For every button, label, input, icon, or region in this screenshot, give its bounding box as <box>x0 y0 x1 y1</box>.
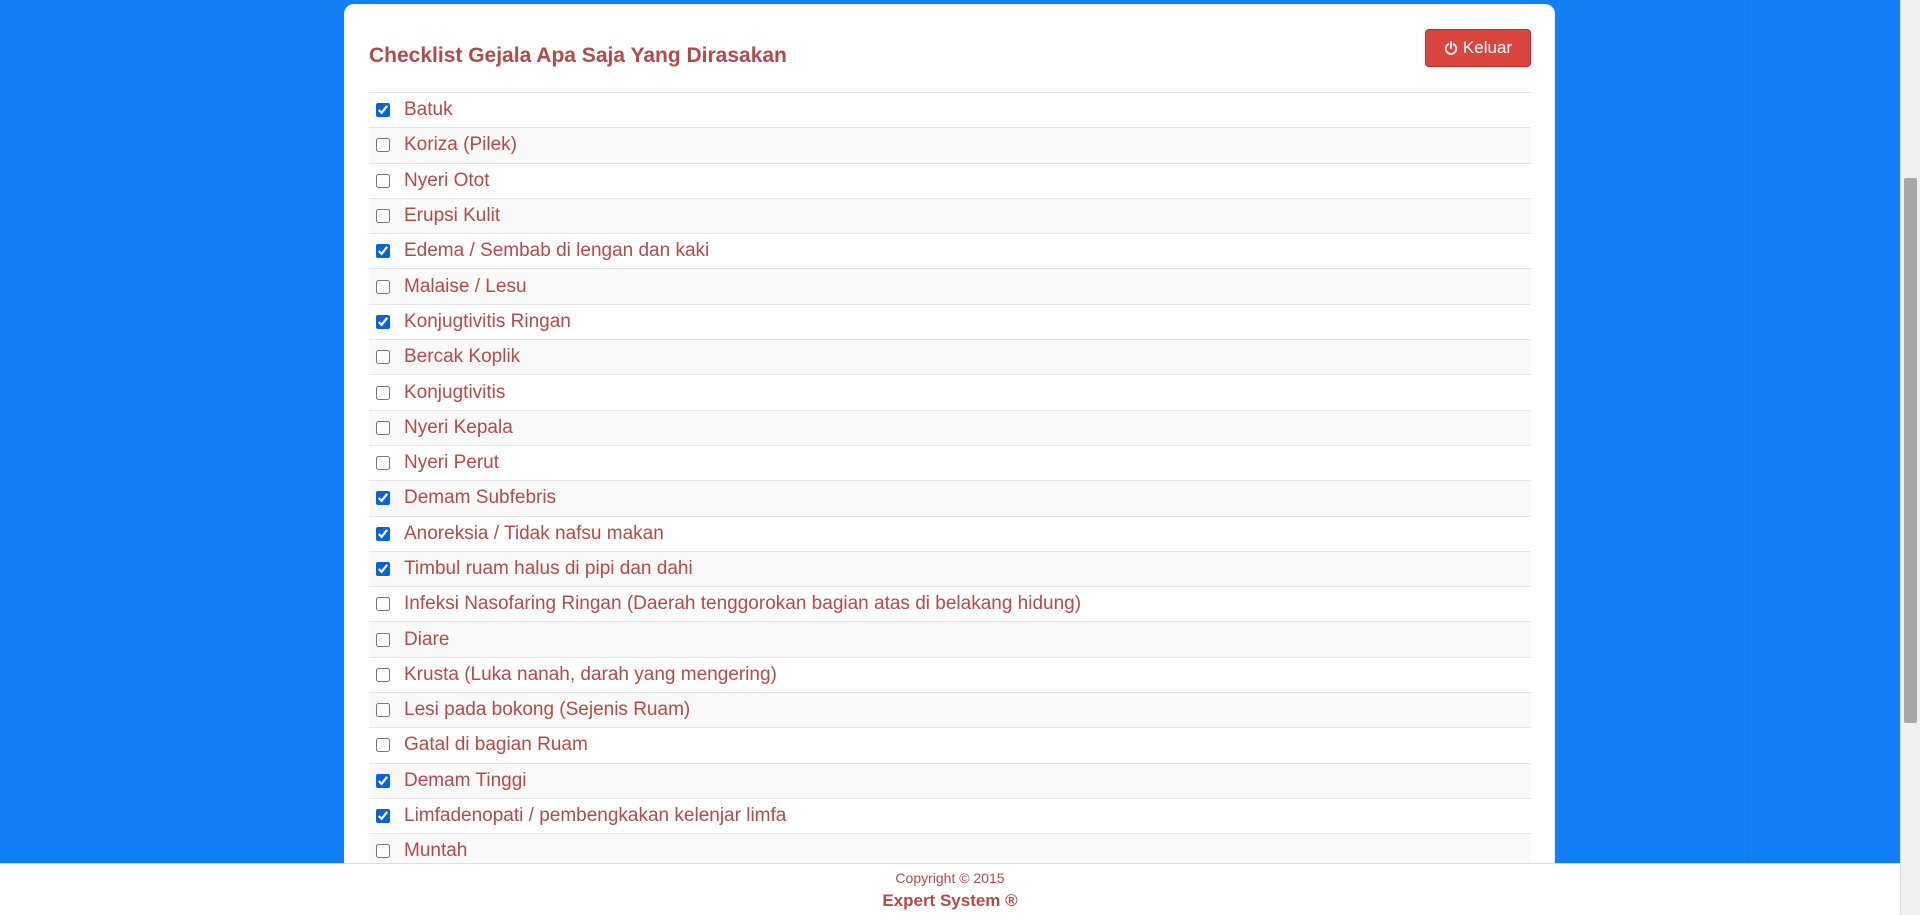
symptom-label[interactable]: Timbul ruam halus di pipi dan dahi <box>404 558 693 580</box>
symptom-row: Infeksi Nasofaring Ringan (Daerah tenggo… <box>369 587 1531 623</box>
symptom-list: Batuk Koriza (Pilek) Nyeri Otot Erupsi Kuli… <box>369 92 1531 863</box>
symptom-label[interactable]: Nyeri Kepala <box>404 417 513 439</box>
symptom-checkbox[interactable] <box>376 491 390 506</box>
symptom-label[interactable]: Edema / Sembab di lengan dan kaki <box>404 240 709 262</box>
symptom-checkbox[interactable] <box>376 385 390 400</box>
symptom-label[interactable]: Malaise / Lesu <box>404 276 527 298</box>
symptom-row: Lesi pada bokong (Sejenis Ruam) <box>369 693 1531 729</box>
symptom-row: Konjugtivitis <box>369 375 1531 411</box>
symptom-label[interactable]: Infeksi Nasofaring Ringan (Daerah tenggo… <box>404 593 1081 615</box>
symptom-label[interactable]: Konjugtivitis Ringan <box>404 311 571 333</box>
page-viewport: Checklist Gejala Apa Saja Yang Dirasakan… <box>0 0 1900 863</box>
symptom-checkbox[interactable] <box>376 138 390 153</box>
symptom-checkbox[interactable] <box>376 244 390 259</box>
symptom-row: Muntah <box>369 834 1531 863</box>
symptom-label[interactable]: Krusta (Luka nanah, darah yang mengering… <box>404 664 777 686</box>
symptom-label[interactable]: Muntah <box>404 840 467 862</box>
symptom-label[interactable]: Anoreksia / Tidak nafsu makan <box>404 523 664 545</box>
symptom-checkbox[interactable] <box>376 809 390 824</box>
symptom-label[interactable]: Lesi pada bokong (Sejenis Ruam) <box>404 699 690 721</box>
symptom-checkbox[interactable] <box>376 279 390 294</box>
symptom-checkbox[interactable] <box>376 773 390 788</box>
symptom-row: Gatal di bagian Ruam <box>369 728 1531 764</box>
symptom-row: Demam Tinggi <box>369 763 1531 799</box>
logout-button[interactable]: Keluar <box>1425 29 1531 67</box>
symptom-row: Nyeri Perut <box>369 445 1531 482</box>
symptom-row: Nyeri Kepala <box>369 410 1531 446</box>
symptom-checkbox[interactable] <box>376 173 390 188</box>
background-divider <box>1748 0 1749 863</box>
symptom-row: Malaise / Lesu <box>369 269 1531 305</box>
symptom-checkbox[interactable] <box>376 562 390 576</box>
symptom-checklist-panel: Checklist Gejala Apa Saja Yang Dirasakan… <box>344 4 1555 863</box>
symptom-row: Erupsi Kulit <box>369 198 1531 235</box>
symptom-row: Timbul ruam halus di pipi dan dahi <box>369 551 1531 588</box>
symptom-row: Krusta (Luka nanah, darah yang mengering… <box>369 657 1531 694</box>
symptom-checkbox[interactable] <box>376 738 390 753</box>
symptom-label[interactable]: Nyeri Otot <box>404 170 490 192</box>
symptom-label[interactable]: Konjugtivitis <box>404 382 505 404</box>
brand-name: Expert System ® <box>882 891 1018 910</box>
symptom-checkbox[interactable] <box>376 209 390 224</box>
symptom-row: Anoreksia / Tidak nafsu makan <box>369 516 1531 552</box>
symptom-label[interactable]: Limfadenopati / pembengkakan kelenjar li… <box>404 805 786 827</box>
symptom-checkbox[interactable] <box>376 632 390 647</box>
symptom-row: Batuk <box>369 93 1531 129</box>
symptom-checkbox[interactable] <box>376 103 390 118</box>
symptom-label[interactable]: Gatal di bagian Ruam <box>404 734 588 756</box>
footer: Copyright © 2015 Expert System ® <box>0 863 1900 915</box>
symptom-row: Edema / Sembab di lengan dan kaki <box>369 234 1531 270</box>
symptom-label[interactable]: Demam Tinggi <box>404 770 527 792</box>
symptom-checkbox[interactable] <box>376 314 390 329</box>
logout-button-label: Keluar <box>1462 38 1513 57</box>
symptom-checkbox[interactable] <box>376 456 390 471</box>
symptom-checkbox[interactable] <box>376 667 390 682</box>
symptom-row: Nyeri Otot <box>369 163 1531 199</box>
page-title: Checklist Gejala Apa Saja Yang Dirasakan <box>369 44 787 67</box>
symptom-label[interactable]: Bercak Koplik <box>404 346 520 368</box>
symptom-label[interactable]: Demam Subfebris <box>404 487 556 509</box>
symptom-row: Koriza (Pilek) <box>369 128 1531 164</box>
power-icon <box>1444 41 1458 55</box>
vertical-scrollbar[interactable] <box>1900 0 1920 915</box>
symptom-checkbox[interactable] <box>376 844 390 859</box>
symptom-label[interactable]: Batuk <box>404 99 453 121</box>
symptom-checkbox[interactable] <box>376 703 390 718</box>
symptom-label[interactable]: Erupsi Kulit <box>404 205 500 227</box>
symptom-row: Diare <box>369 622 1531 658</box>
symptom-row: Limfadenopati / pembengkakan kelenjar li… <box>369 798 1531 835</box>
symptom-row: Bercak Koplik <box>369 340 1531 376</box>
copyright-text: Copyright © 2015 <box>895 870 1005 886</box>
symptom-label[interactable]: Koriza (Pilek) <box>404 134 517 156</box>
symptom-checkbox[interactable] <box>376 420 390 435</box>
symptom-label[interactable]: Diare <box>404 629 449 651</box>
symptom-row: Konjugtivitis Ringan <box>369 304 1531 341</box>
scrollbar-thumb[interactable] <box>1904 178 1917 723</box>
symptom-checkbox[interactable] <box>376 350 390 365</box>
symptom-row: Demam Subfebris <box>369 481 1531 517</box>
symptom-checkbox[interactable] <box>376 526 390 541</box>
symptom-checkbox[interactable] <box>376 597 390 612</box>
symptom-label[interactable]: Nyeri Perut <box>404 452 499 474</box>
